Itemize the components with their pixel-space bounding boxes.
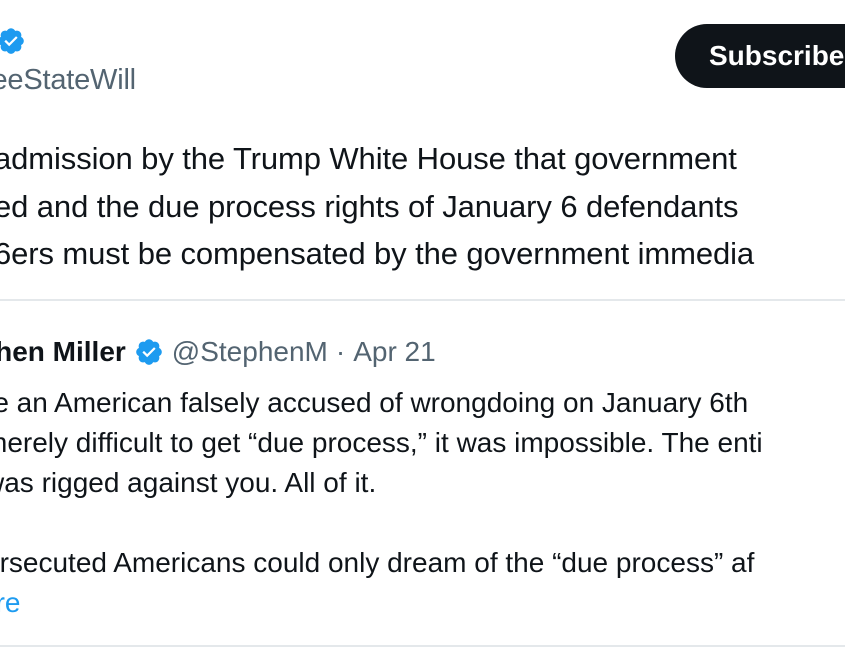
post-line: 6ers must be compensated by the governme… [0,236,755,271]
divider [0,299,845,301]
tweet-view: reeStateWill Subscribe admission by the … [0,0,845,660]
verified-badge-icon [0,26,26,56]
quoted-line: merely difficult to get “due process,” i… [0,427,763,458]
quoted-line [0,503,763,543]
verified-badge-icon [134,337,164,367]
post-line: admission by the Trump White House that … [0,141,737,176]
author-handle[interactable]: reeStateWill [0,64,136,97]
quoted-line: re an American falsely accused of wrongd… [0,387,749,418]
quoted-author-handle[interactable]: @StephenM [172,334,328,370]
separator-dot: · [335,336,346,367]
quoted-line: was rigged against you. All of it. [0,467,377,498]
post-body: admission by the Trump White House that … [0,135,754,278]
show-more-link[interactable]: ore [0,583,20,623]
quoted-post-body[interactable]: re an American falsely accused of wrongd… [0,383,763,583]
quoted-author-name[interactable]: phen Miller [0,334,126,370]
divider [0,645,845,647]
quoted-post-date[interactable]: Apr 21 [353,334,436,370]
post-line: ed and the due process rights of January… [0,188,739,224]
quoted-line: ersecuted Americans could only dream of … [0,547,755,578]
subscribe-button[interactable]: Subscribe [675,24,845,88]
quoted-post-header[interactable]: phen Miller @StephenM · Apr 21 [0,334,436,370]
